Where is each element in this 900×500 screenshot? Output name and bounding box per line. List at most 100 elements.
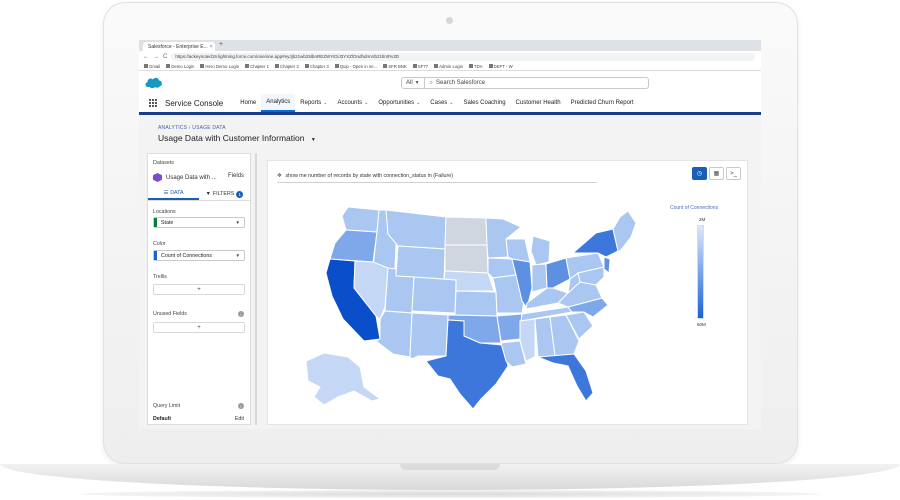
state-south-dakota[interactable] bbox=[444, 244, 489, 274]
bookmark-item[interactable]: DEFT - W bbox=[488, 63, 513, 69]
add-trellis-button[interactable]: + bbox=[153, 284, 245, 295]
state-montana[interactable] bbox=[385, 209, 447, 250]
state-new-mexico[interactable] bbox=[409, 312, 449, 360]
panel-resize-handle[interactable] bbox=[255, 153, 257, 425]
chevron-down-icon[interactable]: ▼ bbox=[236, 253, 240, 258]
info-icon[interactable]: i bbox=[238, 311, 244, 317]
state-colorado[interactable] bbox=[411, 276, 457, 314]
state-florida[interactable] bbox=[537, 353, 594, 402]
reload-icon[interactable]: C bbox=[163, 54, 167, 60]
salesforce-cloud-logo[interactable] bbox=[144, 76, 163, 89]
state-new-jersey[interactable] bbox=[603, 256, 611, 274]
bookmark-label: SF77 bbox=[417, 63, 429, 69]
bookmark-item[interactable]: Chapter 1 bbox=[245, 64, 269, 69]
dataset-name: Usage Data with ... bbox=[166, 174, 217, 181]
global-header: All ▼ ⌕ Search Salesforce bbox=[139, 71, 761, 94]
chevron-down-icon[interactable]: ▼ bbox=[236, 220, 240, 225]
chevron-down-icon[interactable]: ⌄ bbox=[416, 100, 420, 106]
breadcrumb[interactable]: ANALYTICS › USAGE DATA bbox=[158, 125, 226, 131]
bookmark-label: Gmail bbox=[149, 63, 161, 69]
title-dropdown-icon[interactable]: ▼ bbox=[311, 137, 316, 143]
panel-tabs: ☰ DATA ▼ FILTERS 1 bbox=[148, 188, 250, 201]
page-title[interactable]: Usage Data with Customer Information ▼ bbox=[158, 133, 316, 143]
add-unused-field-button[interactable]: + bbox=[153, 322, 245, 333]
app-launcher-icon[interactable] bbox=[149, 98, 158, 108]
bookmark-item[interactable]: Hero Demo Login bbox=[200, 64, 239, 69]
legend-min-label: 60M bbox=[697, 322, 706, 327]
app-name: Service Console bbox=[165, 98, 224, 108]
url-field[interactable]: https://ackeynoted19.lightning.force.com… bbox=[171, 52, 755, 61]
bookmark-item[interactable]: Chapter 2 bbox=[274, 63, 299, 69]
query-limit-edit-link[interactable]: Edit bbox=[235, 416, 244, 422]
browser-tab[interactable]: Salesforce - Enterprise E... × bbox=[143, 42, 215, 51]
bookmark-icon bbox=[383, 64, 388, 69]
bookmark-item[interactable]: Demo Login bbox=[166, 64, 194, 69]
nav-item-sales-coaching[interactable]: Sales Coaching bbox=[459, 94, 511, 112]
nav-item-label: Opportunities bbox=[378, 100, 415, 106]
nav-item-cases[interactable]: Cases ⌄ bbox=[425, 94, 458, 112]
locations-label: Locations bbox=[153, 209, 176, 215]
back-icon[interactable]: ← bbox=[143, 54, 149, 60]
bookmark-icon bbox=[166, 64, 171, 69]
bookmark-icon bbox=[334, 64, 339, 69]
forward-icon[interactable]: → bbox=[153, 54, 159, 60]
bookmark-item[interactable]: Quip - Open in ne... bbox=[334, 64, 377, 69]
state-wyoming[interactable] bbox=[395, 245, 446, 280]
bookmark-label: Demo Login bbox=[171, 63, 195, 69]
fields-link[interactable]: Fields bbox=[228, 173, 244, 179]
tab-data[interactable]: ☰ DATA bbox=[148, 188, 199, 200]
nav-item-accounts[interactable]: Accounts ⌄ bbox=[333, 94, 374, 112]
info-icon[interactable]: i bbox=[238, 403, 244, 409]
bookmark-item[interactable]: Chapter 3 bbox=[304, 64, 329, 69]
tab-filters[interactable]: ▼ FILTERS 1 bbox=[199, 188, 250, 200]
bookmark-label: Chapter 2 bbox=[279, 63, 299, 69]
state-oregon[interactable] bbox=[329, 229, 378, 263]
bookmark-item[interactable]: Gmail bbox=[144, 64, 160, 69]
nav-item-label: Accounts bbox=[337, 100, 363, 106]
fields-panel: Datasets Usage Data with ... Fields ☰ DA… bbox=[147, 153, 251, 425]
state-alaska[interactable] bbox=[305, 352, 382, 406]
locations-field-pill[interactable]: State ▼ bbox=[153, 217, 245, 228]
bookmark-label: DEFT - W bbox=[493, 63, 513, 69]
address-bar: ← → C https://ackeynoted19.lightning.for… bbox=[139, 51, 761, 62]
nav-item-reports[interactable]: Reports ⌄ bbox=[295, 94, 332, 112]
global-search[interactable]: All ▼ ⌕ Search Salesforce bbox=[401, 77, 649, 89]
state-michigan[interactable] bbox=[530, 235, 551, 266]
state-indiana[interactable] bbox=[531, 263, 548, 293]
nav-item-predicted-churn-report[interactable]: Predicted Churn Report bbox=[566, 94, 639, 112]
state-arkansas[interactable] bbox=[496, 313, 523, 342]
color-field-pill[interactable]: Count of Connections ▼ bbox=[153, 250, 245, 261]
bookmark-icon bbox=[488, 64, 493, 69]
nav-item-home[interactable]: Home bbox=[235, 94, 261, 112]
state-kansas[interactable] bbox=[454, 290, 498, 317]
dataset-item[interactable]: Usage Data with ... bbox=[153, 173, 217, 182]
bookmark-item[interactable]: Admin Login bbox=[434, 64, 463, 69]
state-new-england[interactable] bbox=[612, 210, 637, 252]
bookmark-icon bbox=[469, 64, 474, 69]
bookmark-item[interactable]: SFR BNK bbox=[383, 64, 407, 69]
bookmarks-bar: Gmail Demo Login Hero Demo Login Chapter 1 C… bbox=[139, 62, 761, 71]
nav-item-opportunities[interactable]: Opportunities ⌄ bbox=[373, 94, 425, 112]
search-scope-value: All bbox=[406, 80, 413, 86]
search-input[interactable]: Search Salesforce bbox=[436, 80, 485, 86]
state-new-york[interactable] bbox=[571, 228, 619, 258]
bookmark-item[interactable]: TDA bbox=[469, 64, 483, 69]
bookmark-icon bbox=[144, 64, 148, 69]
bookmark-icon bbox=[274, 64, 279, 69]
new-tab-button[interactable]: + bbox=[219, 41, 223, 48]
bookmark-item[interactable]: SF77 bbox=[412, 63, 429, 69]
close-tab-icon[interactable]: × bbox=[210, 44, 213, 50]
state-north-dakota[interactable] bbox=[444, 216, 488, 246]
state-arizona[interactable] bbox=[375, 310, 413, 358]
state-iowa[interactable] bbox=[487, 257, 517, 279]
chevron-down-icon[interactable]: ⌄ bbox=[449, 100, 453, 106]
chevron-down-icon[interactable]: ⌄ bbox=[323, 100, 327, 106]
nav-item-analytics[interactable]: Analytics bbox=[261, 94, 296, 112]
nav-items: Home Analytics Reports ⌄ Accounts ⌄ Opportunit… bbox=[235, 94, 638, 112]
chevron-down-icon[interactable]: ⌄ bbox=[364, 100, 368, 106]
search-scope-select[interactable]: All ▼ bbox=[402, 78, 425, 88]
locations-field-value: State bbox=[161, 219, 174, 226]
tab-filters-label: FILTERS bbox=[212, 191, 235, 197]
nav-item-customer-health[interactable]: Customer Health bbox=[511, 94, 566, 112]
state-washington[interactable] bbox=[341, 206, 380, 233]
